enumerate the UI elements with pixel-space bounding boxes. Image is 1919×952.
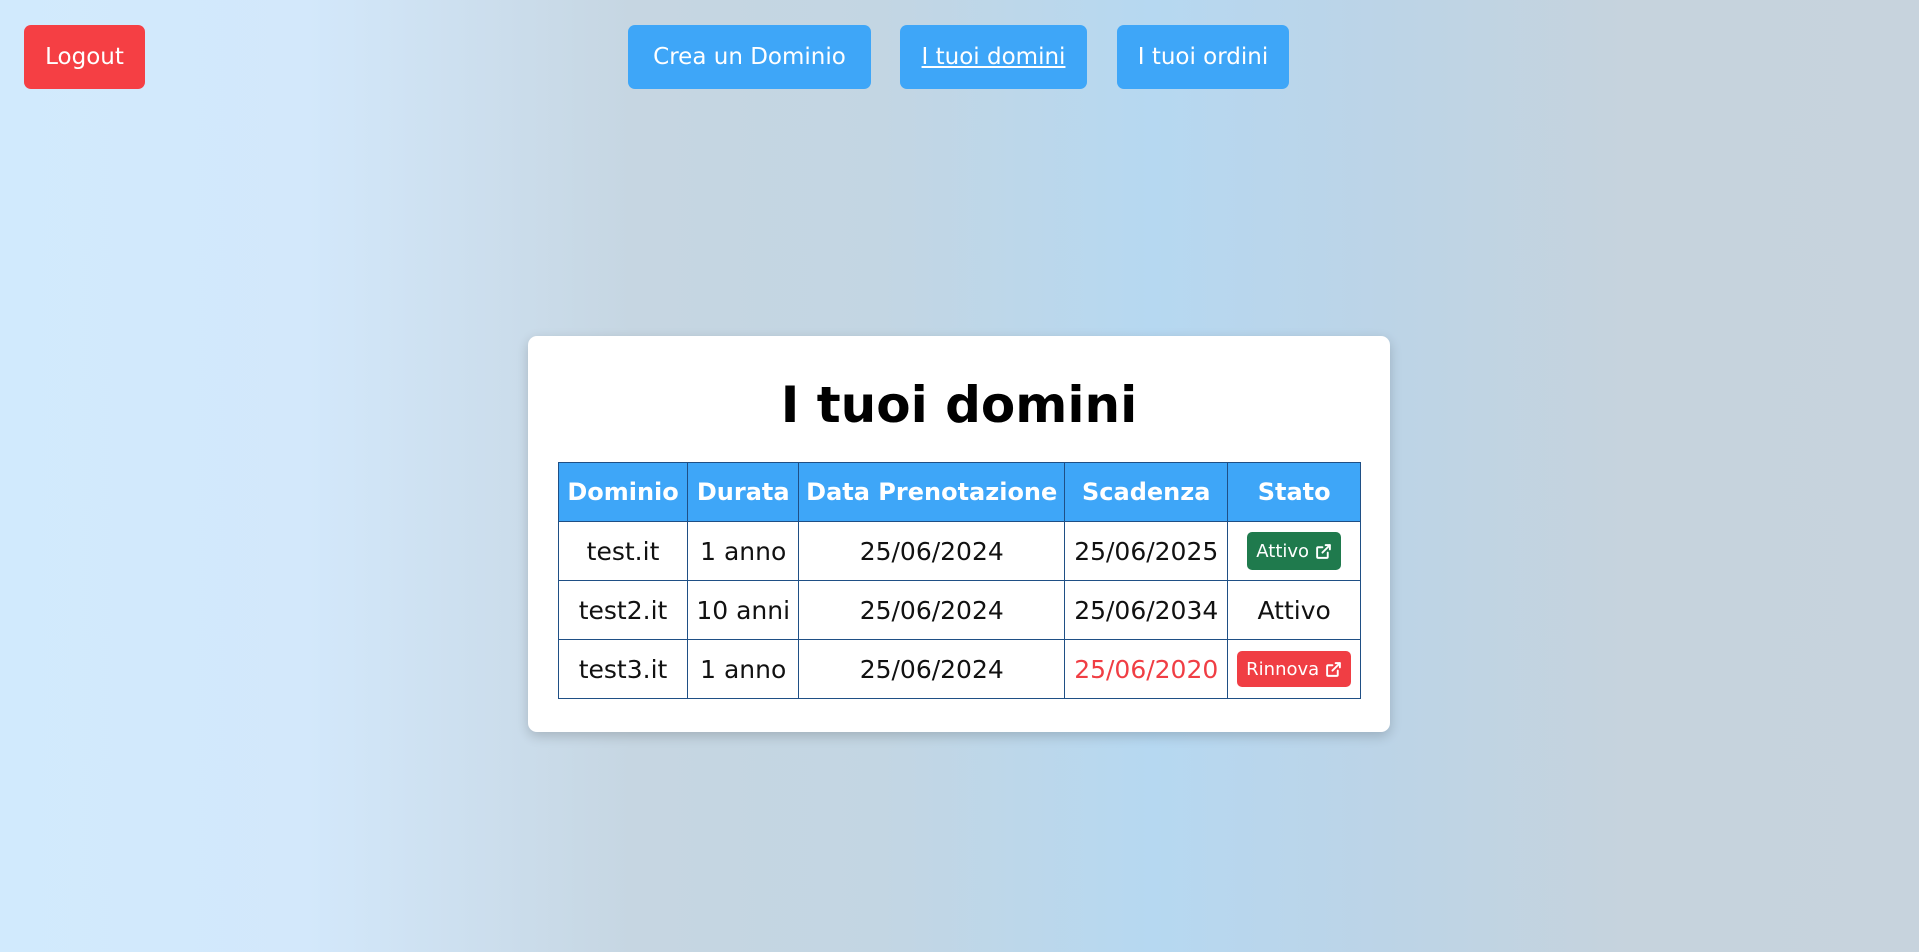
domains-table: Dominio Durata Data Prenotazione Scadenz…: [557, 462, 1361, 699]
cell-data-prenotazione: 25/06/2024: [798, 521, 1066, 581]
my-orders-button[interactable]: I tuoi ordini: [1117, 25, 1289, 89]
cell-data-prenotazione: 25/06/2024: [798, 580, 1066, 640]
cell-durata: 1 anno: [687, 639, 800, 699]
header-scadenza: Scadenza: [1064, 462, 1229, 522]
cell-durata: 1 anno: [687, 521, 800, 581]
table-row: test2.it 10 anni 25/06/2024 25/06/2034 A…: [557, 580, 1361, 640]
page-title: I tuoi domini: [780, 376, 1138, 434]
external-link-icon: [1315, 543, 1332, 560]
header-durata: Durata: [687, 462, 800, 522]
table-header-row: Dominio Durata Data Prenotazione Scadenz…: [557, 462, 1361, 522]
cell-stato: Rinnova: [1227, 639, 1361, 699]
active-status-button[interactable]: Attivo: [1247, 532, 1342, 570]
cell-scadenza: 25/06/2025: [1064, 521, 1229, 581]
header-stato: Stato: [1227, 462, 1361, 522]
logout-button[interactable]: Logout: [24, 25, 145, 89]
cell-dominio: test2.it: [557, 580, 689, 640]
cell-stato: Attivo: [1227, 521, 1361, 581]
status-label: Attivo: [1256, 540, 1310, 562]
domains-card: I tuoi domini Dominio Durata Data Prenot…: [528, 336, 1390, 732]
cell-dominio: test.it: [557, 521, 689, 581]
cell-dominio: test3.it: [557, 639, 689, 699]
renew-label: Rinnova: [1246, 658, 1320, 680]
cell-data-prenotazione: 25/06/2024: [798, 639, 1066, 699]
cell-scadenza: 25/06/2034: [1064, 580, 1229, 640]
cell-stato: Attivo: [1227, 580, 1361, 640]
external-link-icon: [1325, 661, 1342, 678]
cell-durata: 10 anni: [687, 580, 800, 640]
my-domains-button[interactable]: I tuoi domini: [900, 25, 1087, 89]
header-dominio: Dominio: [557, 462, 689, 522]
table-row: test.it 1 anno 25/06/2024 25/06/2025 Att…: [557, 521, 1361, 581]
cell-scadenza-expired: 25/06/2020: [1064, 639, 1229, 699]
table-row: test3.it 1 anno 25/06/2024 25/06/2020 Ri…: [557, 639, 1361, 699]
create-domain-button[interactable]: Crea un Dominio: [628, 25, 871, 89]
header-data-prenotazione: Data Prenotazione: [798, 462, 1066, 522]
renew-button[interactable]: Rinnova: [1237, 651, 1352, 687]
